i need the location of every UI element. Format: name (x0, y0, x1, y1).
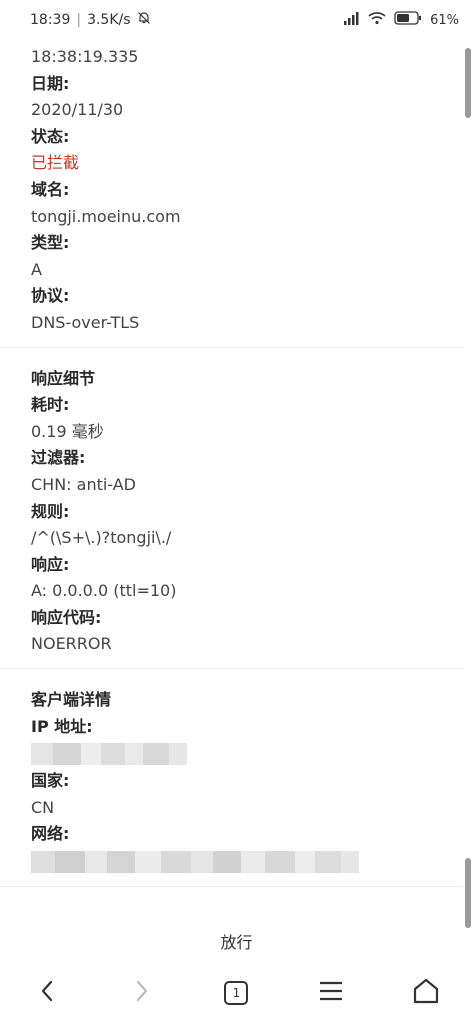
filter-value: CHN: anti-AD (31, 474, 136, 494)
chevron-left-icon (39, 979, 55, 1007)
battery-percent: 61% (430, 12, 459, 28)
scroll-thumb-bottom[interactable] (465, 858, 471, 928)
signal-icon (342, 11, 360, 29)
country-label: 国家: (31, 771, 70, 791)
network-speed: 3.5K/s (87, 12, 131, 28)
menu-button[interactable] (309, 971, 353, 1015)
ip-label: IP 地址: (31, 716, 93, 736)
status-value: 已拦截 (31, 153, 80, 173)
response-code-value: NOERROR (31, 634, 112, 654)
client-section: 客户端详情 IP 地址: 国家: CN 网络: (0, 669, 463, 888)
wifi-icon (368, 11, 386, 29)
tabs-icon: 1 (224, 981, 249, 1005)
log-detail-content[interactable]: 18:38:19.335 日期: 2020/11/30 状态: 已拦截 域名: … (0, 40, 463, 952)
rule-value: /^(\S+\.)?tongji\./ (31, 528, 172, 548)
tabs-button[interactable]: 1 (214, 971, 258, 1015)
date-value: 2020/11/30 (31, 100, 124, 120)
network-label: 网络: (31, 824, 70, 844)
status-right: 61% (342, 11, 459, 29)
forward-button[interactable] (120, 971, 164, 1015)
type-label: 类型: (31, 233, 70, 253)
ip-value-redacted (31, 741, 463, 767)
status-bar: 18:39 | 3.5K/s 61% (0, 0, 473, 40)
answer-value: A: 0.0.0.0 (ttl=10) (31, 581, 177, 601)
response-section: 响应细节 耗时: 0.19 毫秒 过滤器: CHN: anti-AD 规则: /… (0, 348, 463, 670)
answer-label: 响应: (31, 554, 70, 574)
status-left: 18:39 | 3.5K/s (30, 11, 151, 29)
tab-count: 1 (232, 986, 241, 1000)
client-title: 客户端详情 (31, 690, 112, 710)
filter-label: 过滤器: (31, 448, 86, 468)
response-code-label: 响应代码: (31, 607, 102, 627)
status-divider: | (76, 12, 82, 28)
protocol-label: 协议: (31, 286, 70, 306)
elapsed-value: 0.19 毫秒 (31, 421, 104, 441)
status-time: 18:39 (30, 12, 71, 28)
elapsed-label: 耗时: (31, 395, 70, 415)
network-value-redacted (31, 849, 463, 875)
type-value: A (31, 259, 42, 279)
scrollbar[interactable] (465, 48, 471, 928)
browser-nav-bar: 1 (0, 962, 473, 1024)
time-value: 18:38:19.335 (31, 47, 139, 66)
allow-button[interactable]: 放行 (214, 928, 258, 954)
home-button[interactable] (404, 971, 448, 1015)
action-bar: 放行 (0, 920, 473, 962)
home-icon (412, 977, 440, 1009)
response-title: 响应细节 (31, 368, 96, 388)
battery-icon (394, 11, 422, 29)
chevron-right-icon (134, 979, 150, 1007)
protocol-value: DNS-over-TLS (31, 312, 140, 332)
status-label: 状态: (31, 126, 70, 146)
rule-label: 规则: (31, 501, 70, 521)
country-value: CN (31, 797, 55, 817)
domain-value: tongji.moeinu.com (31, 206, 181, 226)
menu-icon (319, 981, 343, 1005)
date-label: 日期: (31, 73, 70, 93)
back-button[interactable] (25, 971, 69, 1015)
query-section: 18:38:19.335 日期: 2020/11/30 状态: 已拦截 域名: … (0, 40, 463, 348)
domain-label: 域名: (31, 179, 70, 199)
scroll-thumb-top[interactable] (465, 48, 471, 118)
bell-muted-icon (137, 11, 151, 29)
